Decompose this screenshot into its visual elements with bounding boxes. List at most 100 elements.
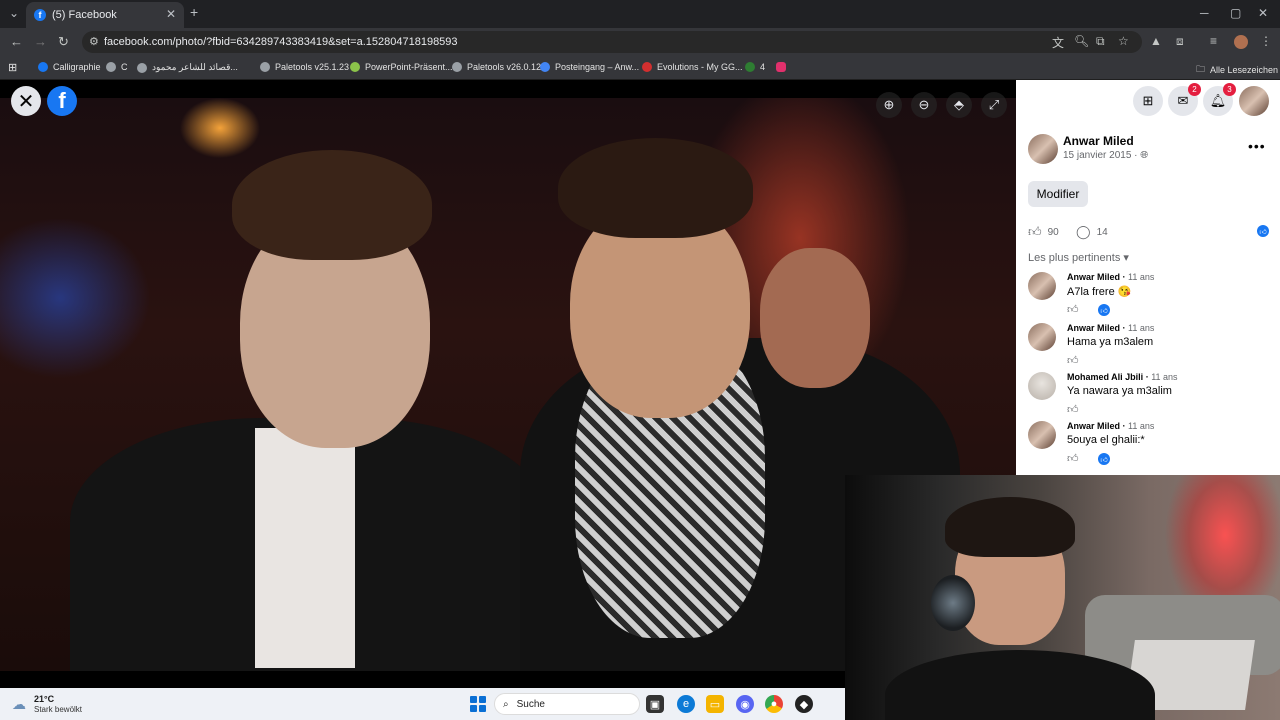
bookmark-item[interactable]: Paletools v26.0.12 (452, 62, 541, 72)
bookmarks-bar: ⊞ Calligraphie C قصائد للشاعر محمود... P… (0, 56, 1280, 80)
commenter-avatar[interactable] (1028, 323, 1056, 351)
extensions-puzzle-icon[interactable]: ⧈ (1176, 34, 1184, 49)
account-avatar[interactable] (1239, 86, 1269, 116)
commenter-name[interactable]: Anwar Miled · 11 ans (1067, 421, 1154, 431)
bookmark-item[interactable]: PowerPoint-Präsent... (350, 62, 453, 72)
extension-icon[interactable]: ▲ (1150, 34, 1162, 48)
bookmark-item[interactable]: C (106, 62, 128, 72)
task-view-icon[interactable]: ▣ (646, 695, 664, 713)
commenter-avatar[interactable] (1028, 272, 1056, 300)
reading-list-icon[interactable]: ≡ (1210, 34, 1217, 48)
tab-facebook[interactable]: f (5) Facebook ✕ (26, 2, 184, 28)
like-reaction-icon[interactable]: 👍︎ (1257, 225, 1269, 237)
window-close-icon[interactable]: ✕ (1258, 6, 1268, 20)
menu-grid-icon[interactable]: ⊞ (1133, 86, 1163, 116)
bookmark-favicon-icon (452, 62, 462, 72)
apps-grid-icon[interactable]: ⊞ (8, 61, 17, 74)
file-explorer-icon[interactable]: ▭ (706, 695, 724, 713)
edit-button[interactable]: Modifier (1028, 181, 1088, 207)
photo-background-person (760, 248, 870, 388)
tab-search-chevron-icon[interactable]: ⌄ (9, 6, 19, 20)
post-date[interactable]: 15 janvier 2015 · 🌐︎ (1063, 150, 1148, 161)
bookmark-item[interactable] (776, 62, 791, 72)
facebook-logo[interactable]: f (47, 86, 77, 116)
reload-icon[interactable]: ↻ (58, 34, 69, 50)
post-options-button[interactable]: ••• (1248, 138, 1266, 154)
comment-bubble-icon: ◯ (1076, 224, 1091, 239)
zoom-in-icon[interactable]: ⊕ (876, 92, 902, 118)
messenger-icon[interactable]: ✉ 2 (1168, 83, 1201, 116)
start-button[interactable] (470, 696, 486, 712)
author-name[interactable]: Anwar Miled (1063, 134, 1134, 148)
weather-temperature[interactable]: 21°C (34, 694, 54, 704)
photo-person-left-shirt (255, 428, 355, 668)
commenter-avatar[interactable] (1028, 372, 1056, 400)
app-icon[interactable]: ◆ (795, 695, 813, 713)
bookmark-item[interactable]: Paletools v25.1.23 (260, 62, 349, 72)
headphones-icon (931, 575, 975, 631)
cloud-weather-icon[interactable]: ☁ (12, 696, 26, 713)
comment-count[interactable]: ◯ 14 (1076, 224, 1108, 240)
folder-icon: 🗀 (1196, 64, 1206, 74)
zoom-icon[interactable]: 🔍︎ (1074, 34, 1089, 48)
photo-person-left-hair (232, 150, 432, 260)
new-tab-button[interactable]: + (190, 4, 198, 20)
facebook-favicon-icon: f (34, 9, 46, 21)
taskbar-search[interactable]: ⌕ Suche (494, 693, 640, 715)
commenter-avatar[interactable] (1028, 421, 1056, 449)
search-placeholder: Suche (516, 698, 545, 710)
menu-kebab-icon[interactable]: ⋮ (1260, 34, 1272, 48)
comment-like-icon[interactable]: 👍︎ (1067, 354, 1079, 367)
back-icon[interactable]: ← (10, 34, 23, 49)
close-viewer-button[interactable]: ✕ (11, 86, 41, 116)
tab-close-icon[interactable]: ✕ (166, 7, 176, 21)
edge-icon[interactable]: e (677, 695, 695, 713)
weather-description[interactable]: Stark bewölkt (34, 705, 82, 714)
bookmark-favicon-icon (350, 62, 360, 72)
commenter-name[interactable]: Mohamed Ali Jbili · 11 ans (1067, 372, 1178, 382)
bookmark-item[interactable]: Posteingang – Anw... (540, 62, 639, 72)
comment-reaction-icon[interactable]: 👍︎ (1098, 453, 1110, 465)
minimize-icon[interactable]: ─ (1200, 6, 1209, 20)
install-icon[interactable]: ⧉ (1096, 34, 1105, 49)
fullscreen-icon[interactable]: ⤢ (981, 92, 1007, 118)
webcam-person-hair (945, 497, 1075, 557)
tag-icon[interactable]: ⬘ (946, 92, 972, 118)
bookmark-item[interactable]: Calligraphie (38, 62, 101, 72)
commenter-name[interactable]: Anwar Miled · 11 ans (1067, 323, 1154, 333)
bookmark-favicon-icon (745, 62, 755, 72)
comment-sort-dropdown[interactable]: Les plus pertinents ▾ (1028, 251, 1129, 264)
chrome-icon[interactable]: ● (765, 695, 783, 713)
bookmark-favicon-icon (260, 62, 270, 72)
bookmark-item[interactable]: قصائد للشاعر محمود... (137, 62, 238, 73)
translate-icon[interactable]: 文 (1052, 34, 1064, 51)
discord-icon[interactable]: ◉ (736, 695, 754, 713)
bookmark-favicon-icon (106, 62, 116, 72)
instagram-icon (776, 62, 786, 72)
comment-reaction-icon[interactable]: 👍︎ (1098, 304, 1110, 316)
commenter-name[interactable]: Anwar Miled · 11 ans (1067, 272, 1154, 282)
tab-strip: ⌄ f (5) Facebook ✕ + ─ ▢ ✕ (0, 0, 1280, 28)
forward-icon[interactable]: → (34, 34, 47, 49)
bookmark-favicon-icon (540, 62, 550, 72)
profile-avatar[interactable] (1234, 35, 1248, 49)
author-avatar[interactable] (1028, 134, 1058, 164)
bookmark-star-icon[interactable]: ☆ (1118, 34, 1129, 48)
zoom-out-icon[interactable]: ⊖ (911, 92, 937, 118)
comment-like-icon[interactable]: 👍︎ (1067, 403, 1079, 416)
site-settings-icon[interactable]: ⚙ (89, 35, 99, 48)
comment-text: Ya nawara ya m3alim (1067, 385, 1172, 397)
bookmark-item[interactable]: Evolutions - My GG... (642, 62, 743, 72)
notifications-bell-icon[interactable]: 🔔︎ 3 (1203, 83, 1236, 116)
bookmark-favicon-icon (642, 62, 652, 72)
like-count[interactable]: 👍︎ 90 (1028, 224, 1059, 240)
webcam-overlay (845, 475, 1280, 720)
comment-like-icon[interactable]: 👍︎ (1067, 452, 1079, 465)
comment-like-icon[interactable]: 👍︎ (1067, 303, 1079, 316)
tab-title: (5) Facebook (52, 9, 117, 21)
maximize-icon[interactable]: ▢ (1230, 6, 1241, 20)
bookmark-item[interactable]: 4 (745, 62, 765, 72)
all-bookmarks-folder[interactable]: 🗀 Alle Lesezeichen (1196, 62, 1278, 78)
address-bar[interactable]: ⚙ facebook.com/photo/?fbid=6342897433834… (82, 31, 1142, 53)
navigation-bar: ← → ↻ ⚙ facebook.com/photo/?fbid=6342897… (0, 28, 1280, 56)
